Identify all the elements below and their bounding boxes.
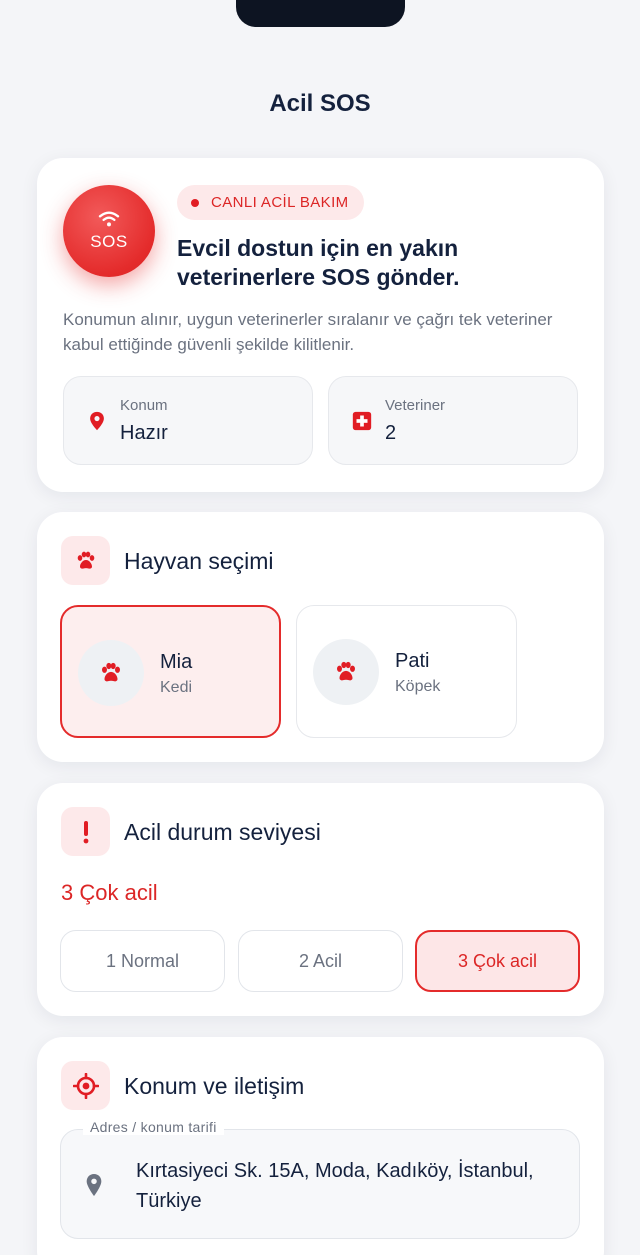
live-status-text: CANLI ACİL BAKIM	[211, 194, 349, 211]
urgency-option-cok-acil[interactable]: 3 Çok acil	[415, 930, 580, 992]
pet-section-title: Hayvan seçimi	[124, 548, 274, 574]
address-field[interactable]: Adres / konum tarifi Kırtasiyeci Sk. 15A…	[60, 1119, 580, 1239]
pet-type: Köpek	[395, 678, 441, 695]
urgency-option-acil[interactable]: 2 Acil	[238, 930, 403, 992]
stat-location-value: Hazır	[120, 422, 168, 444]
device-notch	[236, 0, 405, 27]
urgency-card: Acil durum seviyesi 3 Çok acil 1 Normal …	[37, 783, 604, 1016]
medical-cross-icon	[352, 411, 372, 431]
paw-icon	[102, 662, 120, 682]
pet-option-mia[interactable]: Mia Kedi	[60, 605, 281, 738]
pet-name: Mia	[160, 651, 193, 673]
pet-option-pati[interactable]: Pati Köpek	[296, 605, 517, 738]
urgency-section-title: Acil durum seviyesi	[124, 819, 321, 845]
crosshair-icon	[72, 1072, 99, 1099]
sos-label: SOS	[90, 232, 128, 251]
paw-icon	[77, 551, 94, 569]
pet-type: Kedi	[160, 679, 193, 696]
live-dot-icon	[191, 198, 199, 207]
location-pin-icon	[90, 411, 104, 431]
location-section-icon	[61, 1061, 110, 1110]
urgency-current-level: 3 Çok acil	[61, 880, 158, 905]
sos-description: Konumun alınır, uygun veterinerler sıral…	[63, 310, 553, 354]
pet-section-icon	[61, 536, 110, 585]
pet-name: Pati	[395, 650, 430, 672]
pet-avatar	[78, 640, 144, 706]
location-section-title: Konum ve iletişim	[124, 1073, 305, 1099]
exclamation-icon	[83, 820, 88, 843]
signal-icon	[98, 211, 120, 227]
paw-icon	[337, 661, 355, 681]
stat-location-label: Konum	[120, 397, 168, 414]
stat-vet-value: 2	[385, 422, 397, 444]
stat-location: Konum Hazır	[63, 376, 313, 465]
urgency-section-icon	[61, 807, 110, 856]
location-card: Konum ve iletişim Adres / konum tarifi K…	[37, 1037, 604, 1255]
sos-headline: Evcil dostun için en yakın veterinerlere…	[177, 235, 460, 290]
address-value: Kırtasiyeci Sk. 15A, Moda, Kadıköy, İsta…	[136, 1160, 534, 1212]
page-title: Acil SOS	[269, 90, 371, 117]
pet-selection-card: Hayvan seçimi Mia Kedi Pati Köpek	[37, 512, 604, 762]
live-status-badge: CANLI ACİL BAKIM	[177, 185, 364, 220]
stat-vet: Veteriner 2	[328, 376, 578, 465]
map-pin-icon	[86, 1174, 102, 1196]
stat-vet-label: Veteriner	[385, 397, 446, 414]
urgency-option-normal[interactable]: 1 Normal	[60, 930, 225, 992]
sos-button[interactable]: SOS	[63, 185, 155, 277]
sos-card: SOS CANLI ACİL BAKIM Evcil dostun için e…	[37, 158, 604, 492]
address-field-label: Adres / konum tarifi	[83, 1119, 224, 1135]
pet-avatar	[313, 639, 379, 705]
